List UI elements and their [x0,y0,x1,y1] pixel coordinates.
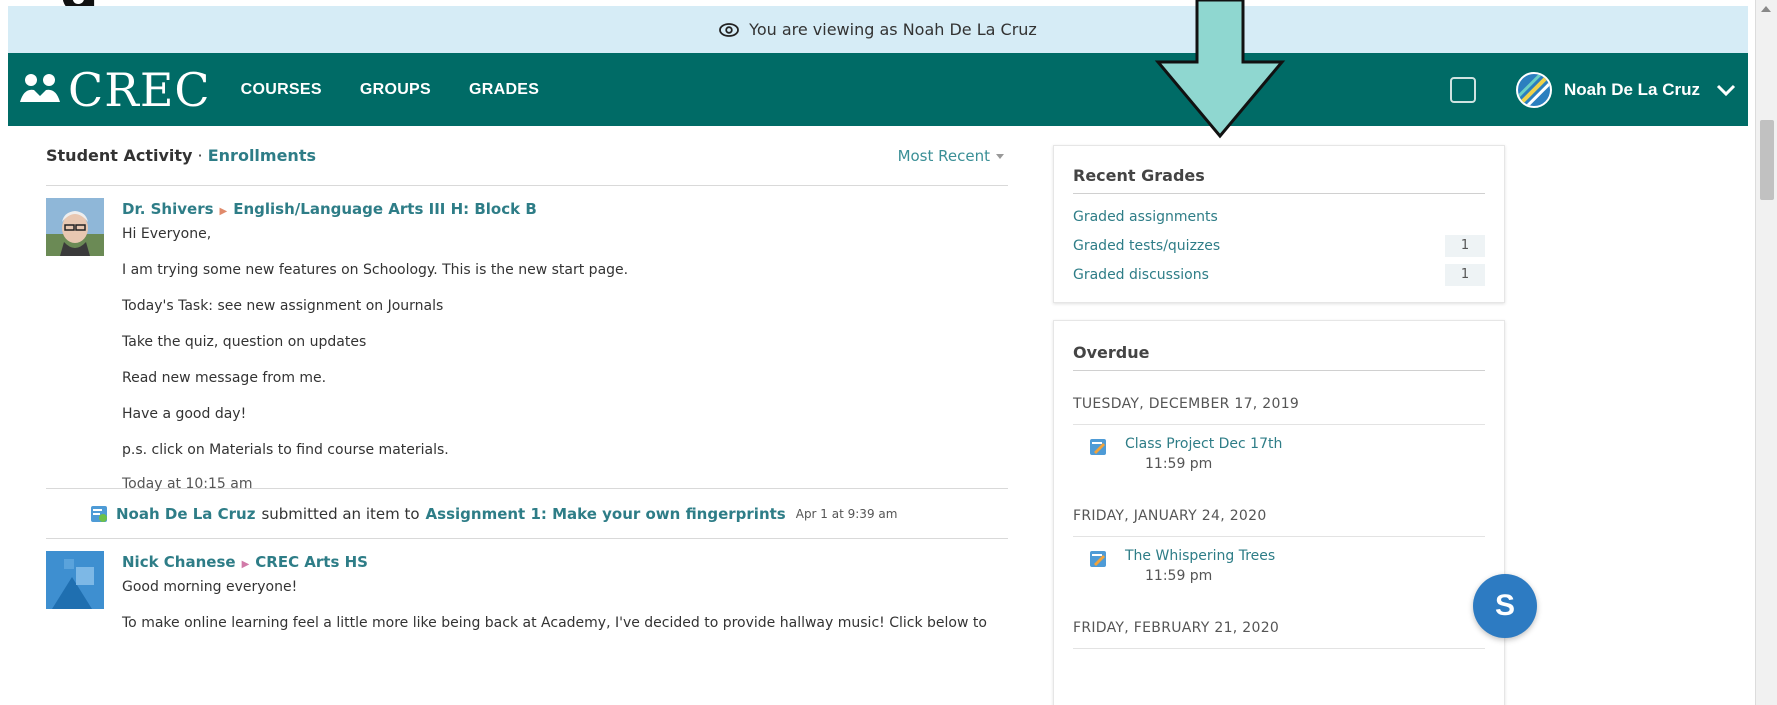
nav-groups[interactable]: GROUPS [360,81,431,99]
chat-letter: S [1494,589,1515,622]
view-as-banner: You are viewing as Noah De La Cruz [8,6,1748,53]
portrait-icon [46,198,104,256]
chat-launcher-button[interactable]: S [1473,574,1537,638]
post-text: Take the quiz, question on updates [122,334,367,350]
feed-post: Dr. Shivers ▶ English/Language Arts III H:… [46,186,1008,492]
post-text: Have a good day! [122,406,247,422]
scroll-thumb[interactable] [1760,120,1774,200]
sort-label: Most Recent [897,146,990,165]
overdue-item[interactable]: Class Project Dec 17th 11:59 pm [1073,425,1485,493]
overdue-item-title[interactable]: The Whispering Trees [1125,547,1485,565]
chevron-down-icon[interactable] [1716,83,1736,97]
post-author[interactable]: Nick Chanese [122,553,236,571]
assignment-submitted-icon [91,505,107,522]
nav-courses[interactable]: COURSES [241,81,322,99]
post-course[interactable]: CREC Arts HS [255,553,368,571]
activity-feed: Student Activity · Enrollments Most Rece… [46,126,1008,632]
overdue-date-heading: FRIDAY, FEBRUARY 21, 2020 [1073,607,1485,649]
post-text: Hi Everyone, [122,226,212,242]
count-badge: 1 [1445,263,1485,286]
post-timestamp: Today at 10:15 am [122,476,253,492]
user-avatar[interactable] [1515,71,1552,108]
post-author[interactable]: Dr. Shivers [122,200,214,218]
activity-label: Student Activity [46,146,193,165]
grade-row-label: Graded tests/quizzes [1073,237,1221,254]
people-logo-icon [20,73,60,102]
post-text: To make online learning feel a little mo… [122,615,987,631]
assignment-link[interactable]: Assignment 1: Make your own fingerprints [426,505,786,523]
post-text: Good morning everyone! [122,579,298,595]
caret-down-icon [996,153,1004,159]
breadcrumb-arrow-icon: ▶ [241,559,250,570]
sort-dropdown[interactable]: Most Recent [898,147,1004,165]
top-nav: CREC COURSES GROUPS GRADES Noah De La Cr… [8,53,1748,126]
overdue-item[interactable]: The Whispering Trees 11:59 pm [1073,537,1485,605]
author-avatar[interactable] [46,198,104,256]
recent-grades-card: Recent Grades Graded assignments Graded … [1053,145,1505,303]
activity-header: Student Activity · Enrollments Most Rece… [46,126,1008,186]
overdue-title: Overdue [1073,321,1485,371]
scroll-up-icon[interactable] [1761,6,1771,12]
enrollments-link[interactable]: Enrollments [208,146,316,165]
overdue-item-title[interactable]: Class Project Dec 17th [1125,435,1485,453]
feed-post: Nick Chanese ▶ CREC Arts HS Good morning e… [46,539,1008,632]
grade-row[interactable]: Graded tests/quizzes 1 [1073,231,1485,260]
overdue-date-heading: TUESDAY, DECEMBER 17, 2019 [1073,383,1485,425]
eye-icon [719,22,740,37]
count-badge: 1 [1445,234,1485,257]
assignment-icon [1090,439,1106,455]
post-text: Read new message from me. [122,370,327,386]
assignment-icon [1090,551,1106,567]
nav-grades[interactable]: GRADES [469,81,539,99]
crec-logo[interactable]: CREC [18,63,211,117]
overdue-item-time: 11:59 pm [1145,456,1213,472]
submission-date: Apr 1 at 9:39 am [795,506,898,521]
abstract-avatar-icon [46,551,104,609]
avatar-pattern-icon [1517,73,1550,106]
grade-row-label: Graded assignments [1073,208,1218,225]
logo-text: CREC [68,62,211,117]
notifications-icon[interactable] [1449,76,1476,103]
view-as-text: You are viewing as Noah De La Cruz [749,20,1037,39]
post-text: Today's Task: see new assignment on Jour… [122,298,444,314]
breadcrumb-arrow-icon: ▶ [219,206,228,217]
page-scrollbar[interactable] [1755,0,1777,705]
activity-separator: · [192,146,208,165]
overdue-date-heading: FRIDAY, JANUARY 24, 2020 [1073,495,1485,537]
submitter-name[interactable]: Noah De La Cruz [116,505,255,523]
user-name[interactable]: Noah De La Cruz [1564,80,1700,100]
post-text: p.s. click on Materials to find course m… [122,442,449,458]
overdue-item-time: 11:59 pm [1145,568,1213,584]
post-course[interactable]: English/Language Arts III H: Block B [233,200,537,218]
grade-row[interactable]: Graded assignments [1073,202,1485,231]
submission-activity: Noah De La Cruz submitted an item to Ass… [46,489,1008,538]
overdue-card: Overdue TUESDAY, DECEMBER 17, 2019 Class… [1053,320,1505,705]
recent-grades-title: Recent Grades [1073,146,1485,194]
grade-row[interactable]: Graded discussions 1 [1073,260,1485,289]
post-text: I am trying some new features on Schoolo… [122,262,629,278]
annotation-arrow-icon [1154,0,1286,139]
grade-row-label: Graded discussions [1073,266,1209,283]
submission-verb: submitted an item to [261,504,420,523]
author-avatar[interactable] [46,551,104,609]
